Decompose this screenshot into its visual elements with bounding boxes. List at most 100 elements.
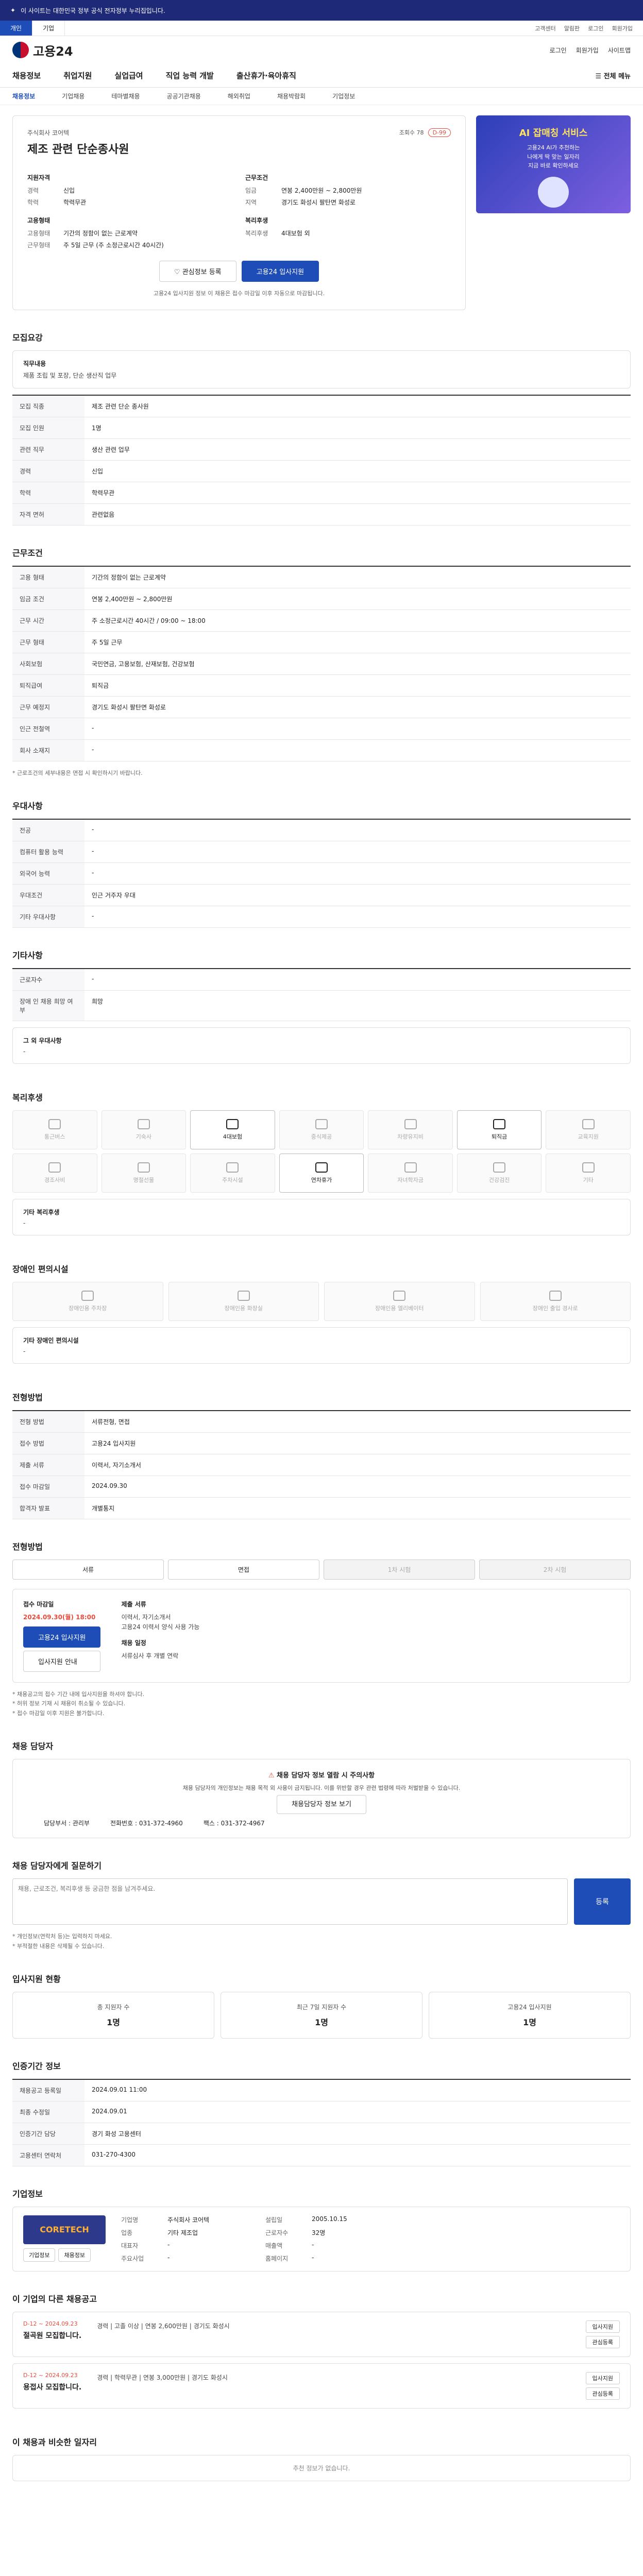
welfare-icon xyxy=(493,1118,506,1129)
all-menu-label: 전체 메뉴 xyxy=(603,73,631,80)
row-key: 회사 소재지 xyxy=(12,739,84,761)
gov-notice-bar: ✦ 이 사이트는 대한민국 정부 공식 전자정부 누리집입니다. xyxy=(0,0,643,21)
row-value: 국민연금, 고용보험, 산재보험, 건강보험 xyxy=(84,653,631,675)
inquiry-submit-button[interactable]: 등록 xyxy=(574,1878,631,1925)
gnb-item-benefit[interactable]: 실업급여 xyxy=(114,70,143,81)
gnb-item-jobs[interactable]: 채용정보 xyxy=(12,70,41,81)
list-item[interactable]: D-12 ~ 2024.09.23 절곡원 모집합니다. 경력 | 고졸 이상 … xyxy=(12,2311,631,2357)
all-menu-button[interactable]: ☰ 전체 메뉴 xyxy=(595,71,631,80)
other-box: 그 외 우대사항 - xyxy=(12,1027,631,1064)
util-join[interactable]: 회원가입 xyxy=(576,46,599,55)
welfare-item: 건강검진 xyxy=(456,1153,542,1193)
table-row: 전공 - xyxy=(12,819,631,841)
inquiry-input[interactable] xyxy=(12,1878,568,1925)
show-manager-button[interactable]: 채용담당자 정보 보기 xyxy=(277,1795,366,1815)
table-row: 근무 예정지 경기도 화성시 팔탄면 화성로 xyxy=(12,696,631,718)
g4-title: 복리후생 xyxy=(245,217,268,224)
welfare-label: 연차휴가 xyxy=(311,1176,332,1183)
row-value: 퇴직금 xyxy=(84,674,631,697)
link-notice[interactable]: 알림판 xyxy=(564,24,580,32)
apply-button[interactable]: 고용24 입사지원 xyxy=(241,261,319,282)
brand-logo[interactable]: 고용24 xyxy=(12,41,73,59)
row-key: 퇴직급여 xyxy=(12,674,84,697)
tab-personal[interactable]: 개인 xyxy=(0,21,33,36)
interest-button[interactable]: ♡ 관심정보 등록 xyxy=(159,261,236,282)
recruit-title: 모집요강 xyxy=(12,333,43,343)
kv-key: 근무형태 xyxy=(27,242,50,249)
apply-note: * 접수 마감일 이후 지원은 불가합니다. xyxy=(12,1710,105,1717)
util-login[interactable]: 로그인 xyxy=(550,46,567,55)
welfare-label: 교육지원 xyxy=(578,1133,599,1140)
welfare-item: 4대보험 xyxy=(190,1110,275,1149)
welfare-item: 경조사비 xyxy=(12,1153,97,1193)
gnb-item-support[interactable]: 취업지원 xyxy=(63,70,92,81)
kv-key: 지역 xyxy=(245,199,257,206)
row-value: 이력서, 자기소개서 xyxy=(84,1454,631,1476)
welfare-icon xyxy=(493,1162,506,1173)
company-info-button[interactable]: 기업정보 xyxy=(23,2248,56,2262)
company-jobs-button[interactable]: 채용정보 xyxy=(58,2248,91,2262)
table-row: 사회보험 국민연금, 고용보험, 산재보험, 건강보험 xyxy=(12,653,631,675)
list-apply-button[interactable]: 입사지원 xyxy=(585,2371,620,2384)
kv-val: 연봉 2,400만원 ~ 2,800만원 xyxy=(281,187,362,194)
util-sitemap[interactable]: 사이트맵 xyxy=(608,46,631,55)
table-row: 합격자 발표 개별통지 xyxy=(12,1497,631,1519)
brand-name: 고용24 xyxy=(33,44,73,59)
row-key: 임금 조건 xyxy=(12,588,84,610)
stats-section: 입사지원 현황 총 지원자 수 1명 최근 7일 지원자 수 1명 고용24 입사지… xyxy=(0,1962,643,2049)
link-join[interactable]: 회원가입 xyxy=(612,24,633,32)
subnav-5[interactable]: 채용박람회 xyxy=(277,92,306,100)
subnav-4[interactable]: 해외취업 xyxy=(228,92,250,100)
gnb-item-leave[interactable]: 출산휴가·육아휴직 xyxy=(236,70,296,81)
phone: 전화번호 : 031-372-4960 xyxy=(110,1820,183,1827)
row-value: 개별통지 xyxy=(84,1497,631,1519)
row-value: 희망 xyxy=(84,990,631,1021)
welfare-item: 기숙사 xyxy=(101,1110,187,1149)
manager-warn-text: 채용 담당자 정보 열람 시 주의사항 xyxy=(277,1771,375,1780)
subnav-2[interactable]: 테마별채용 xyxy=(111,92,140,100)
apply-guide-button[interactable]: 입사지원 안내 xyxy=(23,1650,101,1672)
kv-val: 학력무관 xyxy=(63,199,87,206)
disab-label: 장애인용 화장실 xyxy=(224,1304,263,1312)
gnb-item-training[interactable]: 직업 능력 개발 xyxy=(166,70,214,81)
row-key: 경력 xyxy=(12,460,84,482)
apply-button-2[interactable]: 고용24 입사지원 xyxy=(23,1626,101,1648)
company-logo: CORETECH xyxy=(23,2215,106,2244)
row-value: - xyxy=(84,841,631,863)
company-key: 주요사업 xyxy=(121,2255,144,2262)
welfare-label: 퇴직금 xyxy=(491,1133,507,1140)
welfare-item: 중식제공 xyxy=(279,1110,364,1149)
list-interest-button[interactable]: 관심등록 xyxy=(585,2387,620,2400)
company-name[interactable]: 주식회사 코어텍 xyxy=(27,128,451,137)
subnav-1[interactable]: 기업채용 xyxy=(62,92,84,100)
ai-banner[interactable]: AI 잡매칭 서비스 고용24 AI가 추천하는 나에게 딱 맞는 일자리 지금… xyxy=(476,115,631,213)
list-apply-button[interactable]: 입사지원 xyxy=(585,2320,620,2333)
row-key: 근무 형태 xyxy=(12,631,84,653)
company-value: 기타 제조업 xyxy=(167,2229,198,2236)
welfare-item: 주차시설 xyxy=(190,1153,275,1193)
list-title[interactable]: 절곡원 모집합니다. xyxy=(23,2330,81,2341)
more-title: 이 기업의 다른 채용공고 xyxy=(12,2294,97,2304)
row-value: 기간의 정함이 없는 근로계약 xyxy=(84,566,631,588)
list-item[interactable]: D-12 ~ 2024.09.23 용접사 모집합니다. 경력 | 학력무관 |… xyxy=(12,2363,631,2409)
list-interest-button[interactable]: 관심등록 xyxy=(585,2335,620,2348)
interest-label: 관심정보 등록 xyxy=(182,268,222,276)
link-customer[interactable]: 고객센터 xyxy=(535,24,555,32)
list-title[interactable]: 용접사 모집합니다. xyxy=(23,2382,81,2392)
subnav-3[interactable]: 공공기관채용 xyxy=(167,92,201,100)
fax-value: 031-372-4967 xyxy=(221,1820,265,1827)
robot-icon xyxy=(538,176,569,208)
recommend-empty: 추천 정보가 없습니다. xyxy=(12,2454,631,2481)
link-login[interactable]: 로그인 xyxy=(588,24,603,32)
row-key: 전형 방법 xyxy=(12,1410,84,1433)
kv-val: 주 5일 근무 (주 소정근로시간 40시간) xyxy=(63,242,164,249)
tab-company[interactable]: 기업 xyxy=(32,21,65,36)
table-row: 접수 방법 고용24 입사지원 xyxy=(12,1432,631,1454)
subnav-0[interactable]: 채용정보 xyxy=(12,92,35,100)
row-value: 2024.09.01 xyxy=(84,2101,631,2123)
table-row: 퇴직급여 퇴직금 xyxy=(12,674,631,697)
subnav-6[interactable]: 기업정보 xyxy=(332,92,355,100)
apply-notice: 고용24 입사지원 정보 이 채용은 접수 마감일 이후 자동으로 마감됩니다. xyxy=(153,290,325,297)
deadline-label: 접수 마감일 xyxy=(23,1600,54,1608)
welfare-icon xyxy=(315,1118,328,1129)
